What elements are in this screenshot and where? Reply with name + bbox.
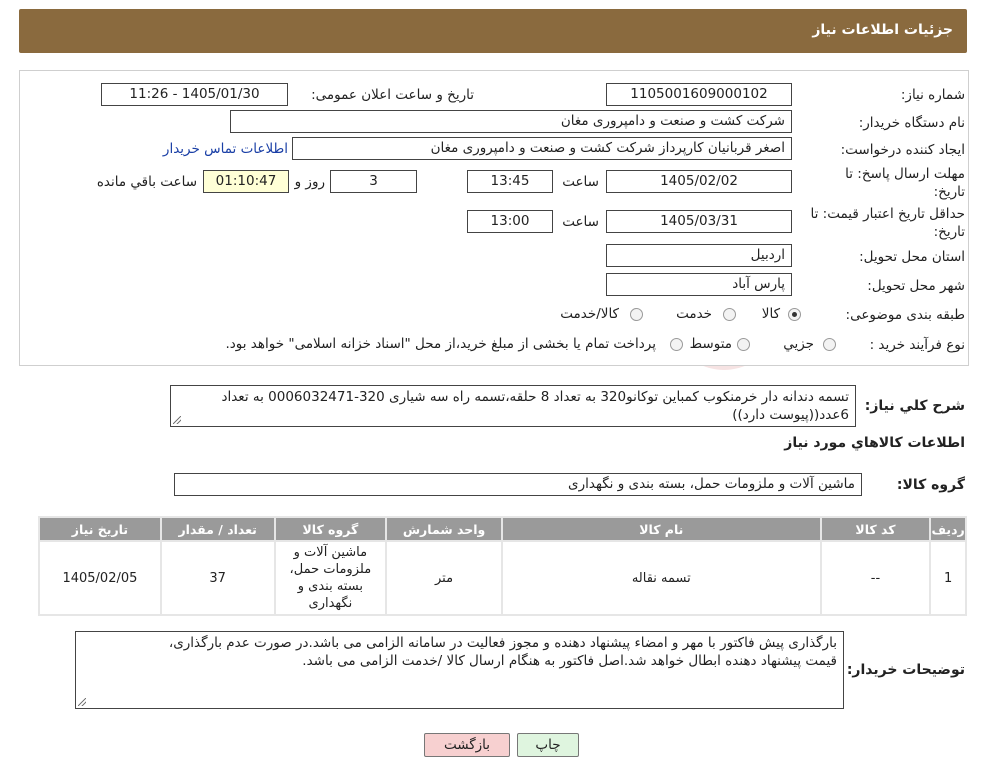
city-field: پارس آباد <box>606 273 792 296</box>
deadline-time-label: ساعت <box>562 174 599 190</box>
table-header-row: ردیف کد کالا نام کالا واحد شمارش گروه کا… <box>40 518 965 540</box>
category-option-goods: کالا <box>761 306 780 322</box>
province-label: استان محل تحویل: <box>859 249 965 265</box>
resize-grip-icon[interactable] <box>173 416 181 424</box>
creator-label: ایجاد کننده درخواست: <box>840 142 965 158</box>
city-label: شهر محل تحویل: <box>867 278 965 294</box>
cell-group-line: بسته بندی و <box>297 579 363 594</box>
category-radio-service[interactable] <box>723 308 736 321</box>
goods-group-label: گروه کالا: <box>896 477 965 493</box>
cell-qty: 37 <box>161 542 274 614</box>
buyer-notes-line-2: قیمت پیشنهاد دهنده ابطال خواهد شد.اصل فا… <box>302 653 837 669</box>
remaining-time-field: 01:10:47 <box>203 170 289 193</box>
print-button[interactable]: چاپ <box>517 733 579 757</box>
deadline-label: مهلت ارسال پاسخ: تا <box>845 166 965 182</box>
validity-date-field: 1405/03/31 <box>606 210 792 233</box>
summary-label: شرح کلي نیاز: <box>864 398 965 414</box>
col-header-code: کد کالا <box>821 518 930 540</box>
col-header-group: گروه کالا <box>275 518 386 540</box>
category-radio-goods[interactable] <box>788 308 801 321</box>
cell-group-line: ملزومات حمل، <box>289 562 372 577</box>
purchase-option-medium: متوسط <box>689 336 732 352</box>
items-table: ردیف کد کالا نام کالا واحد شمارش گروه کا… <box>38 516 967 616</box>
category-option-service: خدمت <box>676 306 712 322</box>
col-header-date: تاریخ نیاز <box>40 518 160 540</box>
announce-label: تاریخ و ساعت اعلان عمومی: <box>311 87 474 103</box>
days-field: 3 <box>330 170 417 193</box>
cell-group-line: نگهداری <box>308 596 353 611</box>
category-label: طبقه بندی موضوعی: <box>845 307 965 323</box>
table-row: 1 -- تسمه نقاله متر ماشین آلات و ملزومات… <box>40 542 965 614</box>
buyer-notes-line-1: بارگذاری پیش فاکتور با مهر و امضاء پیشنه… <box>168 635 837 651</box>
resize-grip-icon[interactable] <box>78 698 86 706</box>
cell-row-no: 1 <box>931 542 965 614</box>
creator-field: اصغر قربانیان کارپرداز شرکت کشت و صنعت و… <box>292 137 792 160</box>
col-header-name: نام کالا <box>502 518 820 540</box>
deadline-time-field: 13:45 <box>467 170 553 193</box>
need-number-field: 1105001609000102 <box>606 83 792 106</box>
need-number-label: شماره نیاز: <box>900 87 965 103</box>
col-header-row-no: ردیف <box>931 518 965 540</box>
buyer-org-field: شرکت کشت و صنعت و دامپروری مغان <box>230 110 792 133</box>
category-option-goods-service: کالا/خدمت <box>560 306 619 322</box>
summary-line-2: 6عدد((پیوست دارد)) <box>732 407 849 423</box>
category-radio-goods-service[interactable] <box>630 308 643 321</box>
back-button[interactable]: بازگشت <box>424 733 510 757</box>
cell-group: ماشین آلات و ملزومات حمل، بسته بندی و نگ… <box>275 542 386 614</box>
validity-label-date: تاریخ: <box>933 224 965 240</box>
buyer-org-label: نام دستگاه خریدار: <box>858 115 965 131</box>
buyer-contact-link[interactable]: اطلاعات تماس خریدار <box>163 141 288 157</box>
province-field: اردبیل <box>606 244 792 267</box>
buyer-notes-textarea[interactable]: بارگذاری پیش فاکتور با مهر و امضاء پیشنه… <box>75 631 844 709</box>
col-header-unit: واحد شمارش <box>387 518 501 540</box>
cell-name: تسمه نقاله <box>502 542 820 614</box>
validity-time-label: ساعت <box>562 214 599 230</box>
purchase-radio-medium[interactable] <box>737 338 750 351</box>
cell-group-line: ماشین آلات و <box>293 545 368 560</box>
summary-textarea[interactable]: تسمه دندانه دار خرمنکوب کمباین توکانو320… <box>170 385 856 427</box>
goods-info-title: اطلاعات کالاهاي مورد نیاز <box>784 435 965 451</box>
summary-line-1: تسمه دندانه دار خرمنکوب کمباین توکانو320… <box>221 389 849 405</box>
col-header-qty: تعداد / مقدار <box>161 518 274 540</box>
cell-unit: متر <box>387 542 501 614</box>
cell-date: 1405/02/05 <box>40 542 160 614</box>
deadline-label-date: تاریخ: <box>933 184 965 200</box>
purchase-radio-minor[interactable] <box>823 338 836 351</box>
validity-time-field: 13:00 <box>467 210 553 233</box>
page-title: جزئیات اطلاعات نیاز <box>812 22 953 38</box>
cell-code: -- <box>821 542 930 614</box>
buyer-notes-label: توضیحات خریدار: <box>846 662 965 678</box>
purchase-note-checkbox[interactable] <box>670 338 683 351</box>
validity-label: حداقل تاریخ اعتبار قیمت: تا <box>810 206 965 222</box>
goods-group-field: ماشین آلات و ملزومات حمل، بسته بندی و نگ… <box>174 473 862 496</box>
purchase-option-minor: جزيي <box>783 336 814 352</box>
purchase-type-label: نوع فرآیند خرید : <box>869 337 965 353</box>
purchase-note: پرداخت تمام یا بخشی از مبلغ خرید،از محل … <box>225 336 656 352</box>
deadline-date-field: 1405/02/02 <box>606 170 792 193</box>
announce-field: 1405/01/30 - 11:26 <box>101 83 288 106</box>
remaining-label: ساعت باقي مانده <box>96 174 197 190</box>
days-label: روز و <box>294 174 325 190</box>
page-header: جزئیات اطلاعات نیاز <box>19 9 967 53</box>
